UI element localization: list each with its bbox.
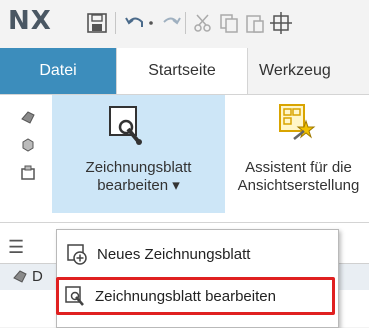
menu-item-label: Zeichnungsblatt bearbeiten bbox=[95, 287, 276, 305]
tab-werkzeug[interactable]: Werkzeug bbox=[259, 48, 331, 94]
toolbar-separator bbox=[115, 12, 116, 34]
tab-datei[interactable]: Datei bbox=[0, 48, 116, 94]
save-icon[interactable] bbox=[86, 12, 108, 34]
cut-icon[interactable] bbox=[192, 12, 214, 34]
copy-icon[interactable] bbox=[218, 12, 240, 34]
paste-icon[interactable] bbox=[244, 12, 266, 34]
drawing-sheet-dropdown-menu: Neues Zeichnungsblatt Zeichnungsblatt be… bbox=[56, 229, 339, 328]
quick-access-toolbar: NX bbox=[0, 0, 369, 44]
wizard-label-line1: Assistent für die bbox=[245, 159, 352, 176]
menu-icon[interactable]: ☰ bbox=[8, 237, 24, 258]
edit-sheet-icon bbox=[109, 106, 142, 145]
menu-item-label: Neues Zeichnungsblatt bbox=[97, 245, 251, 263]
toolbar-separator bbox=[185, 12, 186, 34]
menu-item-new-drawing-sheet[interactable]: Neues Zeichnungsblatt bbox=[61, 238, 336, 270]
new-sheet-icon bbox=[67, 244, 87, 265]
chevron-down-icon: ▾ bbox=[172, 177, 180, 194]
redo-icon[interactable] bbox=[160, 12, 182, 34]
edit-drawing-sheet-ribbon-button[interactable]: Zeichnungsblatt bearbeiten ▾ bbox=[52, 95, 225, 213]
part-icon[interactable] bbox=[20, 109, 36, 125]
wizard-icon bbox=[279, 104, 316, 140]
edit-sheet-icon bbox=[65, 286, 84, 306]
part-icon bbox=[13, 270, 27, 283]
ribbon-button-label-line1: Zeichnungsblatt bbox=[85, 159, 192, 176]
cube-icon[interactable] bbox=[20, 137, 36, 153]
display-icon[interactable] bbox=[20, 165, 36, 181]
transform-icon[interactable] bbox=[270, 12, 292, 34]
nx-logo: NX bbox=[8, 6, 52, 36]
view-creation-wizard-button[interactable]: Assistent für die Ansichtserstellung bbox=[228, 95, 369, 213]
undo-icon[interactable] bbox=[124, 12, 146, 34]
tab-startseite[interactable]: Startseite bbox=[116, 48, 248, 94]
wizard-label-line2: Ansichtserstellung bbox=[237, 177, 360, 194]
menu-item-edit-drawing-sheet[interactable]: Zeichnungsblatt bearbeiten bbox=[56, 277, 335, 315]
ribbon-tab-bar: Datei Startseite Werkzeug bbox=[0, 48, 369, 94]
navigator-row-label: D bbox=[32, 268, 43, 285]
ribbon-panel: Zeichnungsblatt bearbeiten ▾ Assistent f… bbox=[0, 94, 369, 223]
ribbon-button-label-line2: bearbeiten ▾ bbox=[97, 177, 180, 194]
